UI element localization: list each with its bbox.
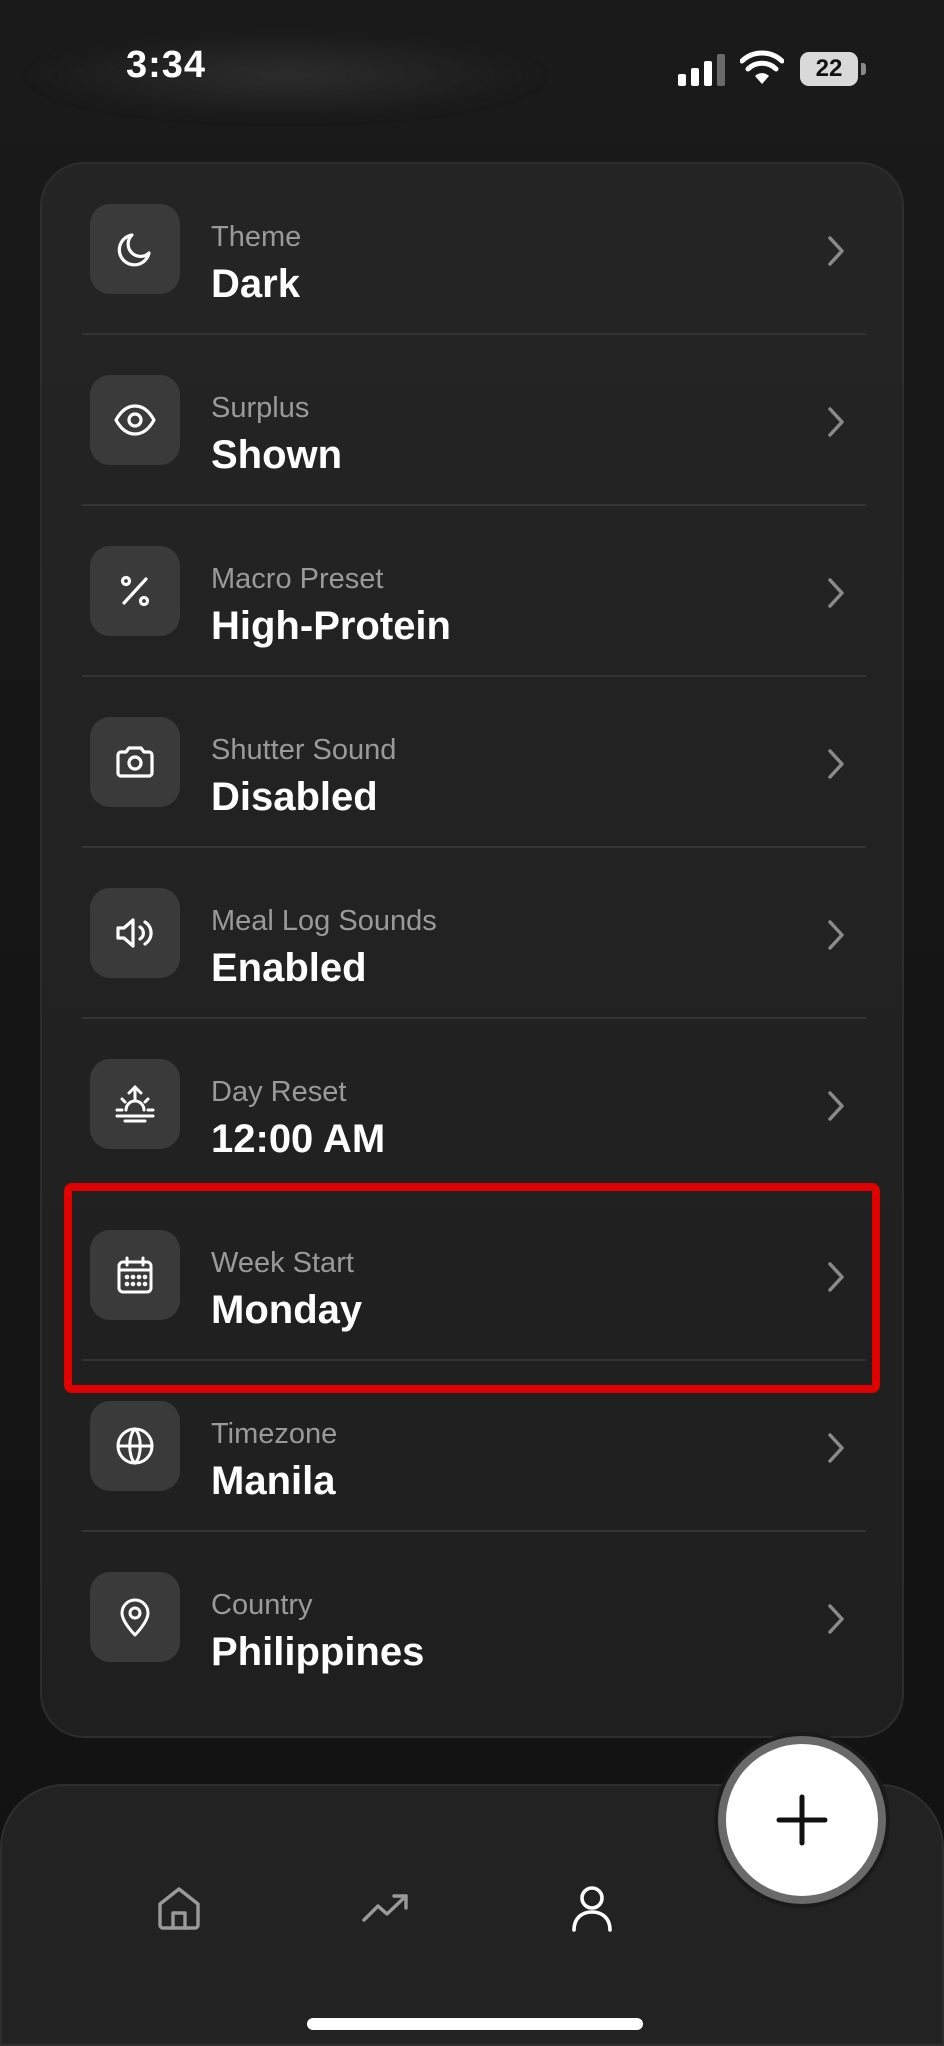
setting-row-timezone[interactable]: Timezone Manila [42,1361,906,1532]
status-blur [20,30,550,120]
percent-icon [120,575,150,607]
home-icon [158,1887,200,1930]
setting-icon-tile [90,1230,180,1320]
setting-value: Philippines [211,1630,425,1674]
setting-value: Enabled [211,946,367,990]
globe-icon [116,1427,154,1465]
plus-icon [776,1794,828,1846]
battery-level: 22 [800,52,858,86]
nav-progress[interactable] [356,1878,416,1938]
cellular-signal-icon [678,54,725,86]
wifi-icon [740,50,784,84]
chevron-right-icon [828,749,844,779]
home-indicator [307,2018,643,2030]
setting-row-week-start[interactable]: Week Start Monday [42,1190,906,1361]
setting-row-theme[interactable]: Theme Dark [42,164,906,335]
moon-icon [117,233,151,267]
setting-icon-tile [90,546,180,636]
setting-icon-tile [90,1059,180,1149]
setting-label: Shutter Sound [211,734,397,766]
setting-value: Manila [211,1459,336,1503]
setting-label: Theme [211,221,302,253]
setting-label: Macro Preset [211,563,384,595]
chevron-right-icon [828,1433,844,1463]
setting-icon-tile [90,204,180,294]
chevron-right-icon [828,1091,844,1121]
setting-value: Disabled [211,775,378,819]
nav-home[interactable] [149,1878,209,1938]
setting-row-shutter-sound[interactable]: Shutter Sound Disabled [42,677,906,848]
setting-label: Day Reset [211,1076,347,1108]
eye-icon [114,404,156,436]
setting-icon-tile [90,1401,180,1491]
nav-profile[interactable] [562,1878,622,1938]
setting-row-macro-preset[interactable]: Macro Preset High-Protein [42,506,906,677]
settings-card: Theme Dark Surplus Shown Macro Preset Hi… [40,162,904,1738]
location-pin-icon [120,1598,150,1637]
chevron-right-icon [828,578,844,608]
setting-row-meal-log-sounds[interactable]: Meal Log Sounds Enabled [42,848,906,1019]
speaker-icon [116,918,153,948]
calendar-icon [117,1256,153,1294]
user-icon [572,1886,612,1932]
chevron-right-icon [828,920,844,950]
setting-label: Timezone [211,1418,338,1450]
setting-icon-tile [90,375,180,465]
setting-icon-tile [90,1572,180,1662]
setting-value: High-Protein [211,604,451,648]
status-bar: 3:34 22 [0,0,944,140]
chevron-right-icon [828,407,844,437]
setting-label: Surplus [211,392,310,424]
add-button[interactable] [718,1736,886,1904]
status-time: 3:34 [126,44,207,86]
setting-row-surplus[interactable]: Surplus Shown [42,335,906,506]
setting-label: Country [211,1589,313,1621]
chevron-right-icon [828,236,844,266]
camera-icon [116,746,154,778]
setting-value: 12:00 AM [211,1117,386,1161]
setting-label: Meal Log Sounds [211,905,437,937]
setting-value: Dark [211,262,300,306]
sunrise-icon [115,1085,155,1123]
setting-label: Week Start [211,1247,354,1279]
setting-value: Monday [211,1288,363,1332]
setting-icon-tile [90,888,180,978]
setting-icon-tile [90,717,180,807]
battery-icon: 22 [800,52,866,86]
chevron-right-icon [828,1604,844,1634]
setting-row-day-reset[interactable]: Day Reset 12:00 AM [42,1019,906,1190]
settings-screen: 3:34 22 Theme Dark Surplus Shown Macro P… [0,0,944,2046]
setting-value: Shown [211,433,343,477]
trending-up-icon [362,1894,408,1922]
chevron-right-icon [828,1262,844,1292]
setting-row-country[interactable]: Country Philippines [42,1532,906,1703]
